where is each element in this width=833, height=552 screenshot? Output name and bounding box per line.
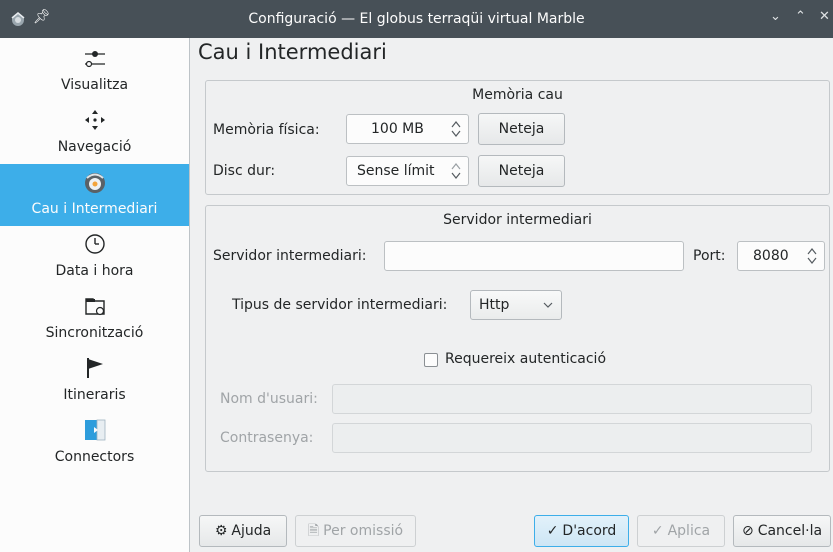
defaults-button[interactable]: 🗎︎ Per omissió [295,515,416,547]
clear-physical-memory-button[interactable]: Neteja [478,113,565,145]
disk-cache-label: Disc dur: [213,163,276,179]
marble-globe-icon [85,173,105,193]
require-auth-checkbox[interactable] [424,353,438,367]
proxy-type-value: Http [479,297,510,313]
sidebar-item-sincronitzacio[interactable]: Sincronització [0,288,189,350]
cache-group-title: Memòria cau [472,87,563,103]
proxy-type-combobox[interactable]: Http [470,290,562,320]
page-title: Cau i Intermediari [198,40,387,64]
sidebar-item-label: Itineraris [63,387,126,403]
password-input[interactable] [332,423,812,453]
clock-icon [85,234,105,254]
spin-arrows-icon[interactable] [450,161,462,181]
password-label: Contrasenya: [220,430,314,446]
folder-sync-icon [85,298,105,316]
sidebar-item-label: Sincronització [45,325,144,341]
window-title: Configuració — El globus terraqüi virtua… [248,11,585,27]
sidebar-item-label: Visualitza [60,77,129,93]
sidebar-item-label: Data i hora [55,263,134,279]
sidebar-item-label: Cau i Intermediari [31,201,158,217]
sidebar-item-visualitza[interactable]: Visualitza [0,40,189,102]
minimize-icon[interactable]: ⌄ [770,9,781,24]
proxy-server-label: Servidor intermediari: [213,248,367,264]
sidebar-item-connectors[interactable]: Connectors [0,412,189,474]
proxy-group-title: Servidor intermediari [443,212,592,228]
ok-button[interactable]: ✓ D'acord [534,515,629,547]
window-titlebar: 📌︎ Configuració — El globus terraqüi vir… [0,0,833,38]
sliders-icon [85,51,105,68]
disk-cache-spinbox[interactable]: Sense límit [346,156,469,186]
sidebar: Visualitza Navegació Cau i Intermediari … [0,38,190,552]
username-label: Nom d'usuari: [220,391,318,407]
sidebar-item-navegacio[interactable]: Navegació [0,102,189,164]
sidebar-item-label: Navegació [57,139,132,155]
sidebar-item-itineraris[interactable]: Itineraris [0,350,189,412]
spin-arrows-icon[interactable] [450,119,462,139]
check-icon: ✓ [546,523,559,539]
port-spinbox[interactable]: 8080 [737,241,825,271]
port-label: Port: [693,248,726,264]
physical-memory-spinbox[interactable]: 100 MB [346,114,469,144]
apply-button[interactable]: ✓ Aplica [637,515,725,547]
proxy-server-input[interactable] [384,241,684,271]
proxy-type-label: Tipus de servidor intermediari: [232,297,448,313]
require-auth-label[interactable]: Requereix autenticació [445,351,606,367]
move-arrows-icon [85,110,105,130]
help-icon: ⚙︎ [214,523,228,539]
close-icon[interactable]: ✕ [819,9,830,24]
physical-memory-label: Memòria física: [213,122,320,138]
flag-icon [87,358,103,378]
check-icon: ✓ [651,523,664,539]
document-reset-icon: 🗎︎ [307,523,320,539]
help-button[interactable]: ⚙︎ Ajuda [199,515,287,547]
cancel-button[interactable]: ⊘ Cancel·la [733,515,831,547]
clear-disk-cache-button[interactable]: Neteja [478,155,565,187]
sidebar-item-cau-i-intermediari[interactable]: Cau i Intermediari [0,164,189,226]
username-input[interactable] [332,384,812,414]
spin-arrows-icon[interactable] [806,246,818,266]
sidebar-item-label: Connectors [54,449,135,465]
chevron-down-icon [543,302,553,308]
sidebar-item-data-i-hora[interactable]: Data i hora [0,226,189,288]
cancel-icon: ⊘ [741,523,754,539]
maximize-icon[interactable]: ⌃ [795,9,806,24]
plugin-icon [85,419,106,441]
